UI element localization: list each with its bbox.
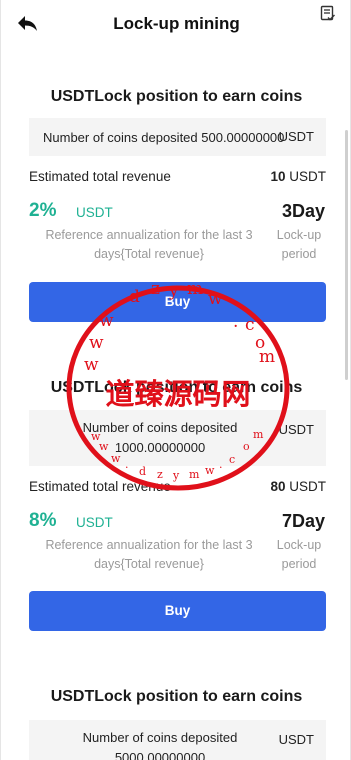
lock-days: 7Day	[281, 511, 325, 531]
rate-unit: USDT	[76, 205, 113, 220]
lock-up-period-label: Lock-up period	[276, 228, 322, 261]
app-frame: Lock-up mining USDTLock position to earn…	[0, 0, 351, 760]
card-title: USDTLock position to earn coins	[50, 688, 303, 705]
deposit-amount: 5000.00000000	[114, 750, 206, 760]
revenue-row: Estimated total revenue 10 USDT	[29, 169, 326, 187]
deposit-unit: USDT	[278, 732, 314, 747]
revenue-unit: USDT	[289, 479, 326, 494]
svg-text:m: m	[259, 347, 275, 367]
top-bar: Lock-up mining	[1, 0, 350, 48]
deposit-amount-box: Number of coins deposited 5000.00000000 …	[29, 720, 326, 760]
buy-button[interactable]: Buy	[29, 591, 326, 631]
revenue-value-group: 80 USDT	[270, 479, 326, 494]
deposit-unit: USDT	[278, 129, 314, 144]
deposit-amount-box: Number of coins deposited 500.00000000 U…	[29, 118, 326, 156]
svg-text:d: d	[139, 465, 146, 478]
buy-button[interactable]: Buy	[29, 282, 326, 322]
deposit-amount-box: Number of coins deposited 1000.00000000 …	[29, 410, 326, 466]
rate-unit: USDT	[76, 515, 113, 530]
svg-text:w: w	[84, 355, 99, 375]
reference-annualization-note: Reference annualization for the last 3 d…	[45, 228, 253, 261]
scrollbar[interactable]	[345, 130, 348, 380]
reference-annualization-note: Reference annualization for the last 3 d…	[45, 538, 253, 571]
revenue-row: Estimated total revenue 80 USDT	[29, 479, 326, 497]
rate-value: 8%	[29, 510, 57, 531]
lock-days: 3Day	[281, 201, 325, 221]
records-list-icon[interactable]	[320, 5, 336, 23]
revenue-value: 10	[270, 169, 286, 184]
revenue-value: 80	[270, 479, 286, 494]
revenue-unit: USDT	[289, 169, 326, 184]
svg-text:w: w	[89, 333, 104, 353]
revenue-label: Estimated total revenue	[29, 169, 171, 184]
deposit-amount: 1000.00000000	[114, 440, 206, 455]
card-title: USDTLock position to earn coins	[50, 88, 303, 105]
deposit-unit: USDT	[278, 422, 314, 437]
deposit-amount-label: Number of coins deposited	[82, 730, 238, 745]
revenue-value-group: 10 USDT	[270, 169, 326, 184]
page-title: Lock-up mining	[113, 14, 240, 33]
lock-up-period-label: Lock-up period	[276, 538, 322, 571]
card-title: USDTLock position to earn coins	[50, 379, 303, 396]
svg-text:o: o	[255, 333, 265, 353]
rate-value: 2%	[29, 200, 57, 221]
deposit-amount-label: Number of coins deposited	[82, 420, 238, 435]
revenue-label: Estimated total revenue	[29, 479, 171, 494]
